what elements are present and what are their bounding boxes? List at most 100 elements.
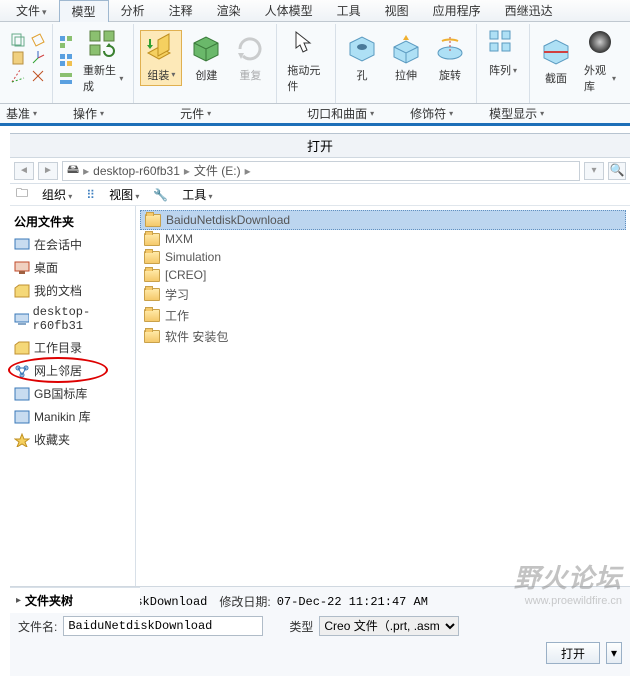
- dialog-title: 打开: [10, 134, 630, 158]
- sub-datum[interactable]: 基准: [6, 105, 37, 122]
- revolve-label: 旋转: [439, 67, 461, 83]
- sidebar-item-manikinlib[interactable]: Manikin 库: [12, 405, 133, 428]
- file-item[interactable]: Simulation: [140, 248, 626, 266]
- folder-icon: [145, 214, 161, 227]
- tools-menu[interactable]: 工具: [182, 186, 212, 203]
- drag-component-button[interactable]: 拖动元件: [283, 26, 329, 96]
- breadcrumb-bar: ◄ ► 🖴 ▸ desktop-r60fb31 ▸ 文件 (E:) ▸ ▾ 🔍: [10, 158, 630, 184]
- file-item[interactable]: 软件 安装包: [140, 326, 626, 347]
- regen-icon-3[interactable]: [59, 71, 75, 87]
- pattern-button[interactable]: 阵列: [483, 26, 523, 80]
- breadcrumb-path[interactable]: 🖴 ▸ desktop-r60fb31 ▸ 文件 (E:) ▸: [62, 161, 580, 181]
- mdate-value: 07-Dec-22 11:21:47 AM: [277, 595, 428, 609]
- folder-icon: [144, 269, 160, 282]
- sub-modifier[interactable]: 修饰符: [410, 105, 453, 122]
- coord-icon[interactable]: [30, 50, 46, 66]
- folder-icon: [144, 288, 160, 301]
- repeat-button[interactable]: 重复: [230, 31, 270, 85]
- appearance-button[interactable]: 外观库: [580, 26, 620, 96]
- regenerate-button[interactable]: 重新生成: [79, 26, 127, 96]
- menu-annotate[interactable]: 注释: [157, 0, 205, 21]
- ribbon-component-group: 组装 创建 重复: [134, 24, 277, 103]
- revolve-button[interactable]: 旋转: [430, 31, 470, 85]
- hole-button[interactable]: 孔: [342, 31, 382, 85]
- open-dropdown[interactable]: ▾: [606, 642, 622, 664]
- regen-icon-1[interactable]: [59, 35, 75, 51]
- organize-icon: 🗀: [16, 184, 28, 205]
- sub-cut-surface[interactable]: 切口和曲面: [307, 105, 374, 122]
- pattern-icon: [487, 28, 519, 60]
- sidebar-item-documents[interactable]: 我的文档: [12, 279, 133, 302]
- sidebar-item-favorites[interactable]: 收藏夹: [12, 428, 133, 451]
- folder-icon: [144, 309, 160, 322]
- ribbon-regen-group: 重新生成: [53, 24, 134, 103]
- sidebar-item-session[interactable]: 在会话中: [12, 233, 133, 256]
- ribbon-utility-group: [4, 24, 53, 103]
- folder-icon: [144, 233, 160, 246]
- menu-tools[interactable]: 工具: [325, 0, 373, 21]
- plane-icon[interactable]: [30, 32, 46, 48]
- menu-custom[interactable]: 西继迅达: [493, 0, 565, 21]
- ribbon-feature-group: 孔 拉伸 旋转: [336, 24, 477, 103]
- ribbon-display-group: 截面 外观库: [530, 24, 626, 103]
- assemble-label: 组装: [147, 67, 175, 83]
- point-icon[interactable]: [30, 68, 46, 84]
- extrude-button[interactable]: 拉伸: [386, 31, 426, 85]
- regen-icon-2[interactable]: [59, 53, 75, 69]
- sidebar-item-gblib[interactable]: GB国标库: [12, 382, 133, 405]
- ribbon-drag-group: 拖动元件: [277, 24, 336, 103]
- file-item[interactable]: BaiduNetdiskDownload: [140, 210, 626, 230]
- sidebar-item-desktop[interactable]: 桌面: [12, 256, 133, 279]
- dropdown-history-button[interactable]: ▾: [584, 162, 604, 180]
- nav-fwd-button[interactable]: ►: [38, 162, 58, 180]
- file-item[interactable]: 工作: [140, 305, 626, 326]
- sidebar-panel: 公用文件夹 在会话中 桌面 我的文档 desktop-r60fb31 工作目录 …: [10, 206, 136, 586]
- axis-icon[interactable]: [10, 68, 26, 84]
- sidebar-header: 公用文件夹: [12, 210, 133, 233]
- search-button[interactable]: 🔍: [608, 162, 626, 180]
- section-button[interactable]: 截面: [536, 34, 576, 88]
- sidebar-item-workdir[interactable]: 工作目录: [12, 336, 133, 359]
- sidebar-item-network[interactable]: 网上邻居: [12, 359, 133, 382]
- view-menu[interactable]: 视图: [109, 186, 139, 203]
- breadcrumb-drive[interactable]: 文件 (E:): [194, 162, 241, 179]
- menu-model[interactable]: 模型: [59, 0, 109, 22]
- open-dialog: 打开 ◄ ► 🖴 ▸ desktop-r60fb31 ▸ 文件 (E:) ▸ ▾…: [10, 133, 630, 613]
- organize-menu[interactable]: 组织: [42, 186, 72, 203]
- mdate-label: 修改日期:: [219, 593, 270, 610]
- open-button[interactable]: 打开: [546, 642, 600, 664]
- regenerate-label: 重新生成: [83, 62, 123, 94]
- type-label: 类型: [289, 618, 313, 635]
- sub-component[interactable]: 元件: [180, 105, 211, 122]
- type-select[interactable]: Creo 文件（.prt, .asm 等类型: [319, 616, 459, 636]
- drive-icon: 🖴: [67, 160, 79, 181]
- drag-icon: [290, 28, 322, 60]
- sub-operate[interactable]: 操作: [73, 105, 104, 122]
- ribbon: 重新生成 组装 创建 重复 拖动元件: [0, 22, 630, 104]
- ribbon-subbar: 基准 操作 元件 切口和曲面 修饰符 模型显示: [0, 104, 630, 126]
- create-button[interactable]: 创建: [186, 31, 226, 85]
- nav-back-button[interactable]: ◄: [14, 162, 34, 180]
- file-item[interactable]: MXM: [140, 230, 626, 248]
- menu-analysis[interactable]: 分析: [109, 0, 157, 21]
- menu-apps[interactable]: 应用程序: [421, 0, 493, 21]
- breadcrumb-host[interactable]: desktop-r60fb31: [93, 164, 180, 178]
- menu-manikin[interactable]: 人体模型: [253, 0, 325, 21]
- sidebar-item-computer[interactable]: desktop-r60fb31: [12, 302, 133, 336]
- file-item[interactable]: 学习: [140, 284, 626, 305]
- sub-model-display[interactable]: 模型显示: [489, 105, 544, 122]
- paste-icon[interactable]: [10, 50, 26, 66]
- file-list[interactable]: BaiduNetdiskDownload MXM Simulation [CRE…: [136, 206, 630, 586]
- folder-tree-toggle[interactable]: 文件夹树: [10, 587, 140, 613]
- copy-icon[interactable]: [10, 32, 26, 48]
- hole-label: 孔: [357, 67, 368, 83]
- filename-input[interactable]: [63, 616, 263, 636]
- menubar: 文件 模型 分析 注释 渲染 人体模型 工具 视图 应用程序 西继迅达: [0, 0, 630, 22]
- menu-render[interactable]: 渲染: [205, 0, 253, 21]
- pattern-label: 阵列: [489, 62, 517, 78]
- dialog-toolbar: 🗀 组织 ⠿ 视图 🔧 工具: [10, 184, 630, 206]
- menu-file[interactable]: 文件: [4, 0, 59, 21]
- file-item[interactable]: [CREO]: [140, 266, 626, 284]
- menu-view[interactable]: 视图: [373, 0, 421, 21]
- assemble-button[interactable]: 组装: [140, 30, 182, 86]
